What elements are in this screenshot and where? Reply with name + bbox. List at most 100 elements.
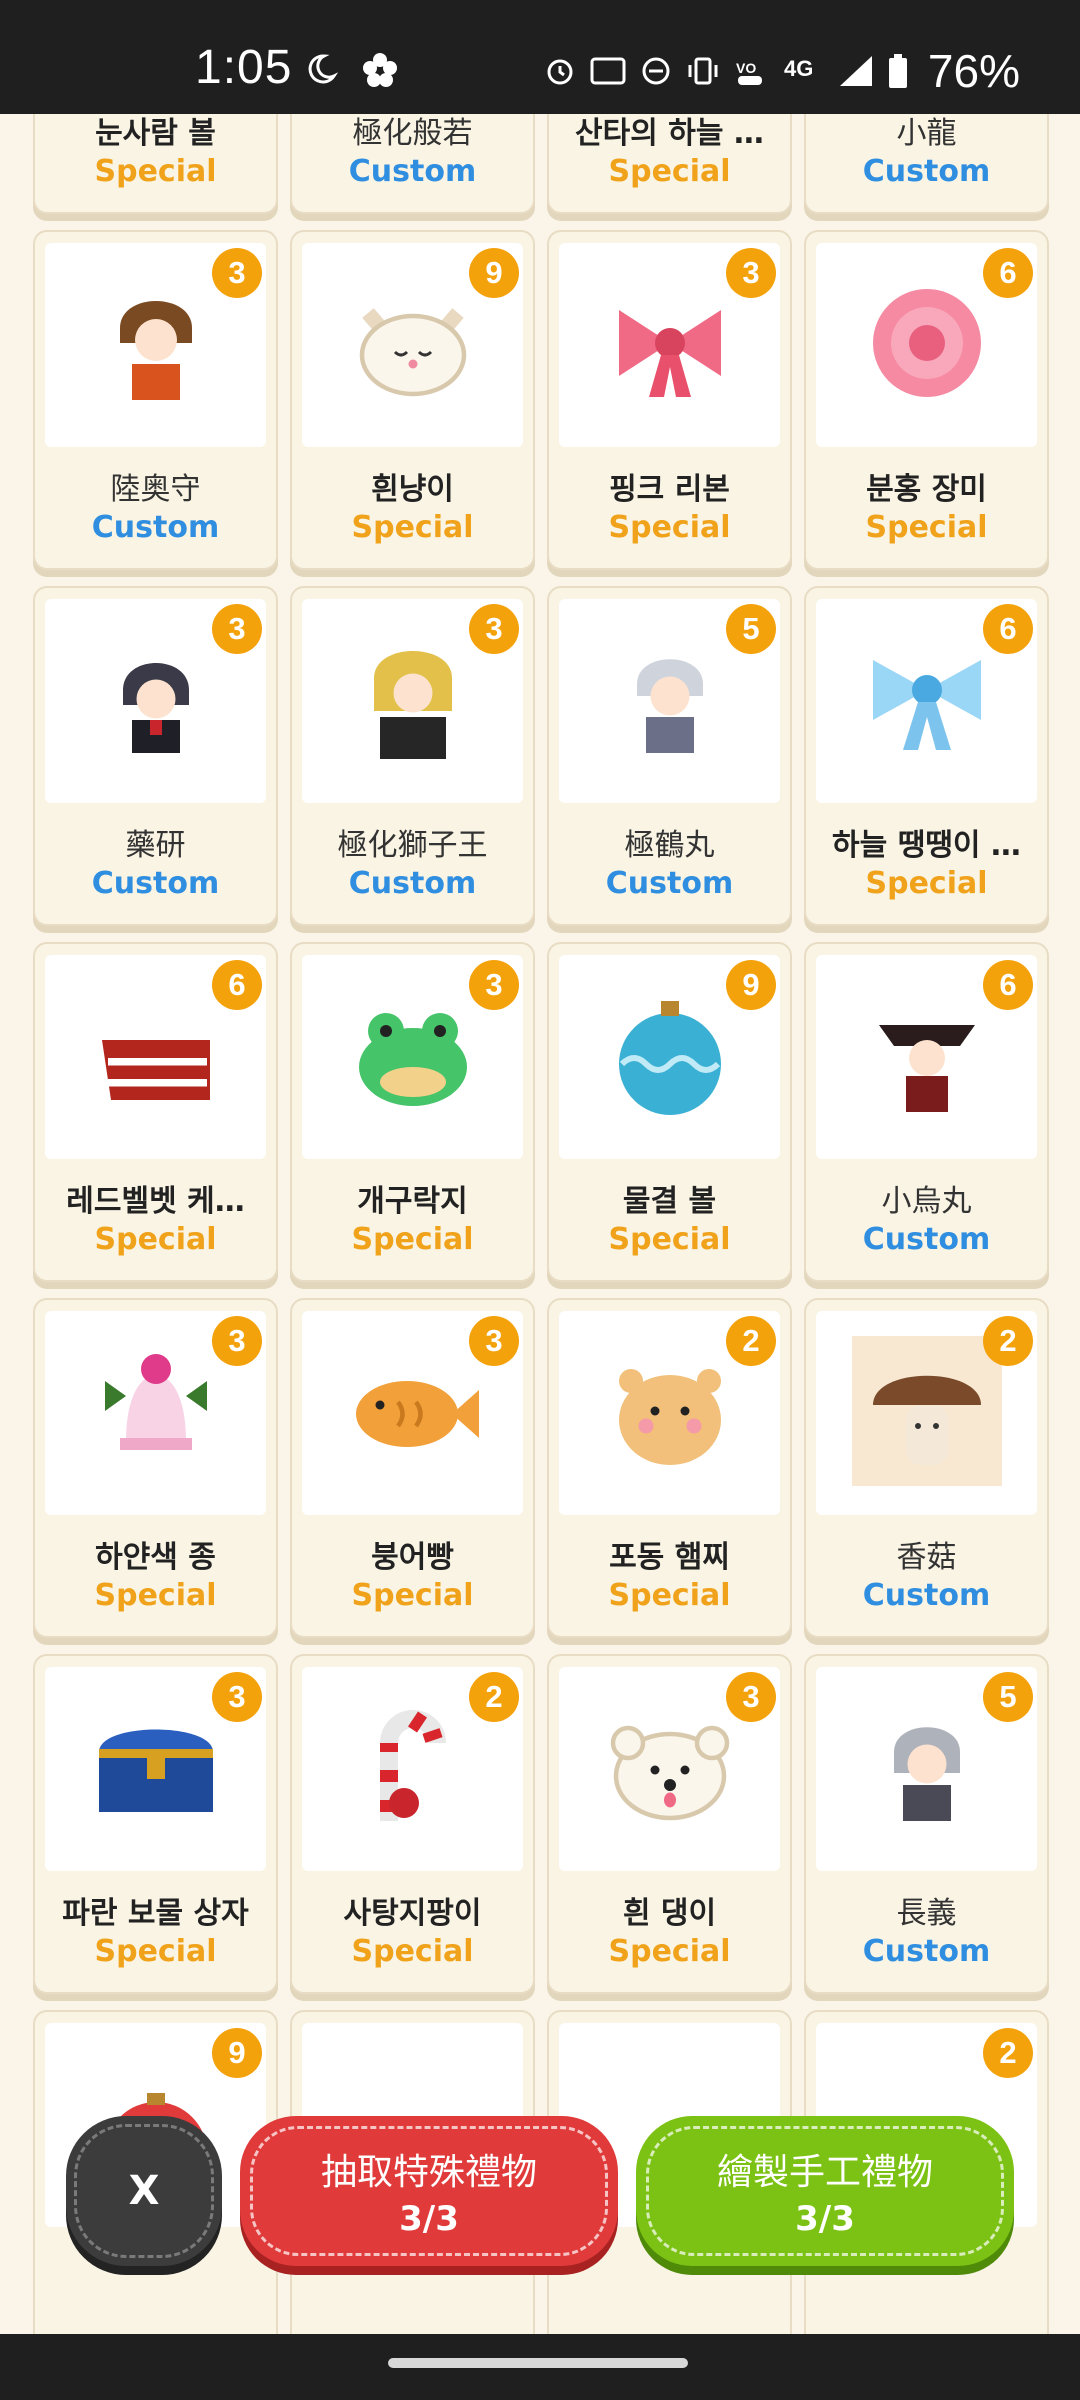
gift-name: 사탕지팡이 xyxy=(343,1896,482,1931)
status-time: 1:05 xyxy=(195,41,293,94)
gift-type: Custom xyxy=(862,1222,991,1257)
signal-icon xyxy=(838,54,874,88)
gift-name: 파란 보물 상자 xyxy=(62,1896,249,1931)
gift-card[interactable]: 3눈사람 볼Special xyxy=(33,114,278,214)
gift-card[interactable]: 5 極鶴丸 Custom xyxy=(547,586,792,926)
gift-card[interactable]: 5小龍Custom xyxy=(804,114,1049,214)
gift-name: 極化般若 xyxy=(352,116,473,151)
close-button[interactable]: X xyxy=(66,2116,222,2266)
moon-icon xyxy=(304,52,338,88)
gift-type: Special xyxy=(94,1222,217,1257)
gift-card[interactable]: 9 물결 볼 Special xyxy=(547,942,792,1282)
gift-count-badge: 9 xyxy=(469,248,519,298)
gift-name: 핑크 리본 xyxy=(609,472,730,507)
craft-custom-gift-button[interactable]: 繪製手工禮物 3/3 xyxy=(636,2116,1014,2266)
gift-count-badge: 2 xyxy=(983,1316,1033,1366)
svg-text:4G: 4G xyxy=(784,56,813,81)
gift-type: Special xyxy=(351,1934,474,1969)
candy-cane-icon xyxy=(338,1692,488,1846)
gift-name: 분홍 장미 xyxy=(866,472,987,507)
gift-type: Custom xyxy=(862,1934,991,1969)
gift-name: 흰 댕이 xyxy=(622,1896,717,1931)
gift-type: Custom xyxy=(348,154,477,189)
gift-count-badge: 3 xyxy=(726,248,776,298)
draw-special-label: 抽取特殊禮物 xyxy=(320,2152,537,2193)
mushroom-icon xyxy=(851,1336,1002,1490)
gift-card[interactable]: 6 小烏丸 Custom xyxy=(804,942,1049,1282)
gift-card[interactable]: 3 陸奥守 Custom xyxy=(33,230,278,570)
gift-count-badge: 9 xyxy=(726,960,776,1010)
gift-count-badge: 6 xyxy=(983,604,1033,654)
draw-special-count: 3/3 xyxy=(399,2199,459,2239)
gift-type: Custom xyxy=(862,1578,991,1613)
gift-name: 陸奥守 xyxy=(110,472,201,507)
gift-card[interactable]: 3 파란 보물 상자 Special xyxy=(33,1654,278,1994)
gift-name: 하얀색 종 xyxy=(95,1540,216,1575)
gift-name: 포동 햄찌 xyxy=(609,1540,730,1575)
gift-card[interactable]: 3 핑크 리본 Special xyxy=(547,230,792,570)
draw-special-gift-button[interactable]: 抽取特殊禮物 3/3 xyxy=(240,2116,618,2266)
character-grey-hair-icon xyxy=(852,1692,1002,1846)
gift-name: 藥研 xyxy=(125,828,186,863)
gift-name: 개구락지 xyxy=(357,1184,468,1219)
auto-hz-icon xyxy=(590,55,626,87)
gift-card[interactable]: 9 흰냥이 Special xyxy=(290,230,535,570)
gift-card[interactable]: 3 흰 댕이 Special xyxy=(547,1654,792,1994)
gift-card[interactable]: 3 藥研 Custom xyxy=(33,586,278,926)
gift-card[interactable]: 6 레드벨벳 케… Special xyxy=(33,942,278,1282)
gift-count-badge: 5 xyxy=(726,604,776,654)
gift-count-badge: 3 xyxy=(212,248,262,298)
character-blonde-black-icon xyxy=(338,624,488,778)
gift-card[interactable]: 6 분홍 장미 Special xyxy=(804,230,1049,570)
gift-name: 하늘 땡땡이 … xyxy=(832,828,1021,863)
gift-count-badge: 3 xyxy=(212,604,262,654)
white-cat-icon xyxy=(338,268,488,422)
gift-name: 香菇 xyxy=(896,1540,957,1575)
gift-type: Custom xyxy=(91,510,220,545)
close-label: X xyxy=(128,2168,160,2214)
white-bell-icon xyxy=(81,1336,231,1490)
pink-ribbon-icon xyxy=(595,268,745,422)
character-dark-hair-icon xyxy=(81,624,231,778)
gift-type: Custom xyxy=(605,866,734,901)
gift-card[interactable]: 3 붕어빵 Special xyxy=(290,1298,535,1638)
craft-custom-count: 3/3 xyxy=(795,2199,855,2239)
gift-card[interactable]: 6 하늘 땡땡이 … Special xyxy=(804,586,1049,926)
gift-count-badge: 6 xyxy=(983,960,1033,1010)
gift-count-badge: 3 xyxy=(212,1672,262,1722)
home-handle[interactable] xyxy=(388,2358,688,2368)
gift-card[interactable]: 2 사탕지팡이 Special xyxy=(290,1654,535,1994)
gift-name: 小龍 xyxy=(896,116,957,151)
volte-icon: VO xyxy=(734,55,770,87)
gift-card[interactable]: 5 長義 Custom xyxy=(804,1654,1049,1994)
gift-card[interactable]: 3 하얀색 종 Special xyxy=(33,1298,278,1638)
gift-card[interactable]: 3산타의 하늘 …Special xyxy=(547,114,792,214)
gift-card[interactable]: 3極化般若Custom xyxy=(290,114,535,214)
blue-ribbon-icon xyxy=(852,624,1002,778)
gift-type: Custom xyxy=(91,866,220,901)
gift-count-badge: 6 xyxy=(983,248,1033,298)
craft-custom-label: 繪製手工禮物 xyxy=(716,2152,933,2193)
gift-type: Custom xyxy=(348,866,477,901)
frog-icon xyxy=(338,980,488,1134)
treasure-chest-icon xyxy=(81,1692,231,1846)
flower-icon xyxy=(362,52,398,88)
gift-type: Special xyxy=(351,1222,474,1257)
gift-list[interactable]: 3눈사람 볼Special3極化般若Custom3산타의 하늘 …Special… xyxy=(0,114,1080,2334)
gift-type: Special xyxy=(608,1934,731,1969)
gift-count-badge: 3 xyxy=(726,1672,776,1722)
gift-count-badge: 5 xyxy=(983,1672,1033,1722)
gift-type: Special xyxy=(608,1222,731,1257)
character-silver-icon xyxy=(595,624,745,778)
gift-card[interactable]: 2 포동 햄찌 Special xyxy=(547,1298,792,1638)
dnd-icon xyxy=(640,55,672,87)
gift-name: 눈사람 볼 xyxy=(95,116,216,151)
gift-card[interactable]: 3 개구락지 Special xyxy=(290,942,535,1282)
gift-card[interactable]: 3 極化獅子王 Custom xyxy=(290,586,535,926)
gift-count-badge: 3 xyxy=(212,1316,262,1366)
wave-ornament-icon xyxy=(595,980,745,1134)
gift-name: 물결 볼 xyxy=(622,1184,717,1219)
gift-count-badge: 2 xyxy=(469,1672,519,1722)
navigation-bar xyxy=(0,2334,1080,2400)
gift-card[interactable]: 2 香菇 Custom xyxy=(804,1298,1049,1638)
